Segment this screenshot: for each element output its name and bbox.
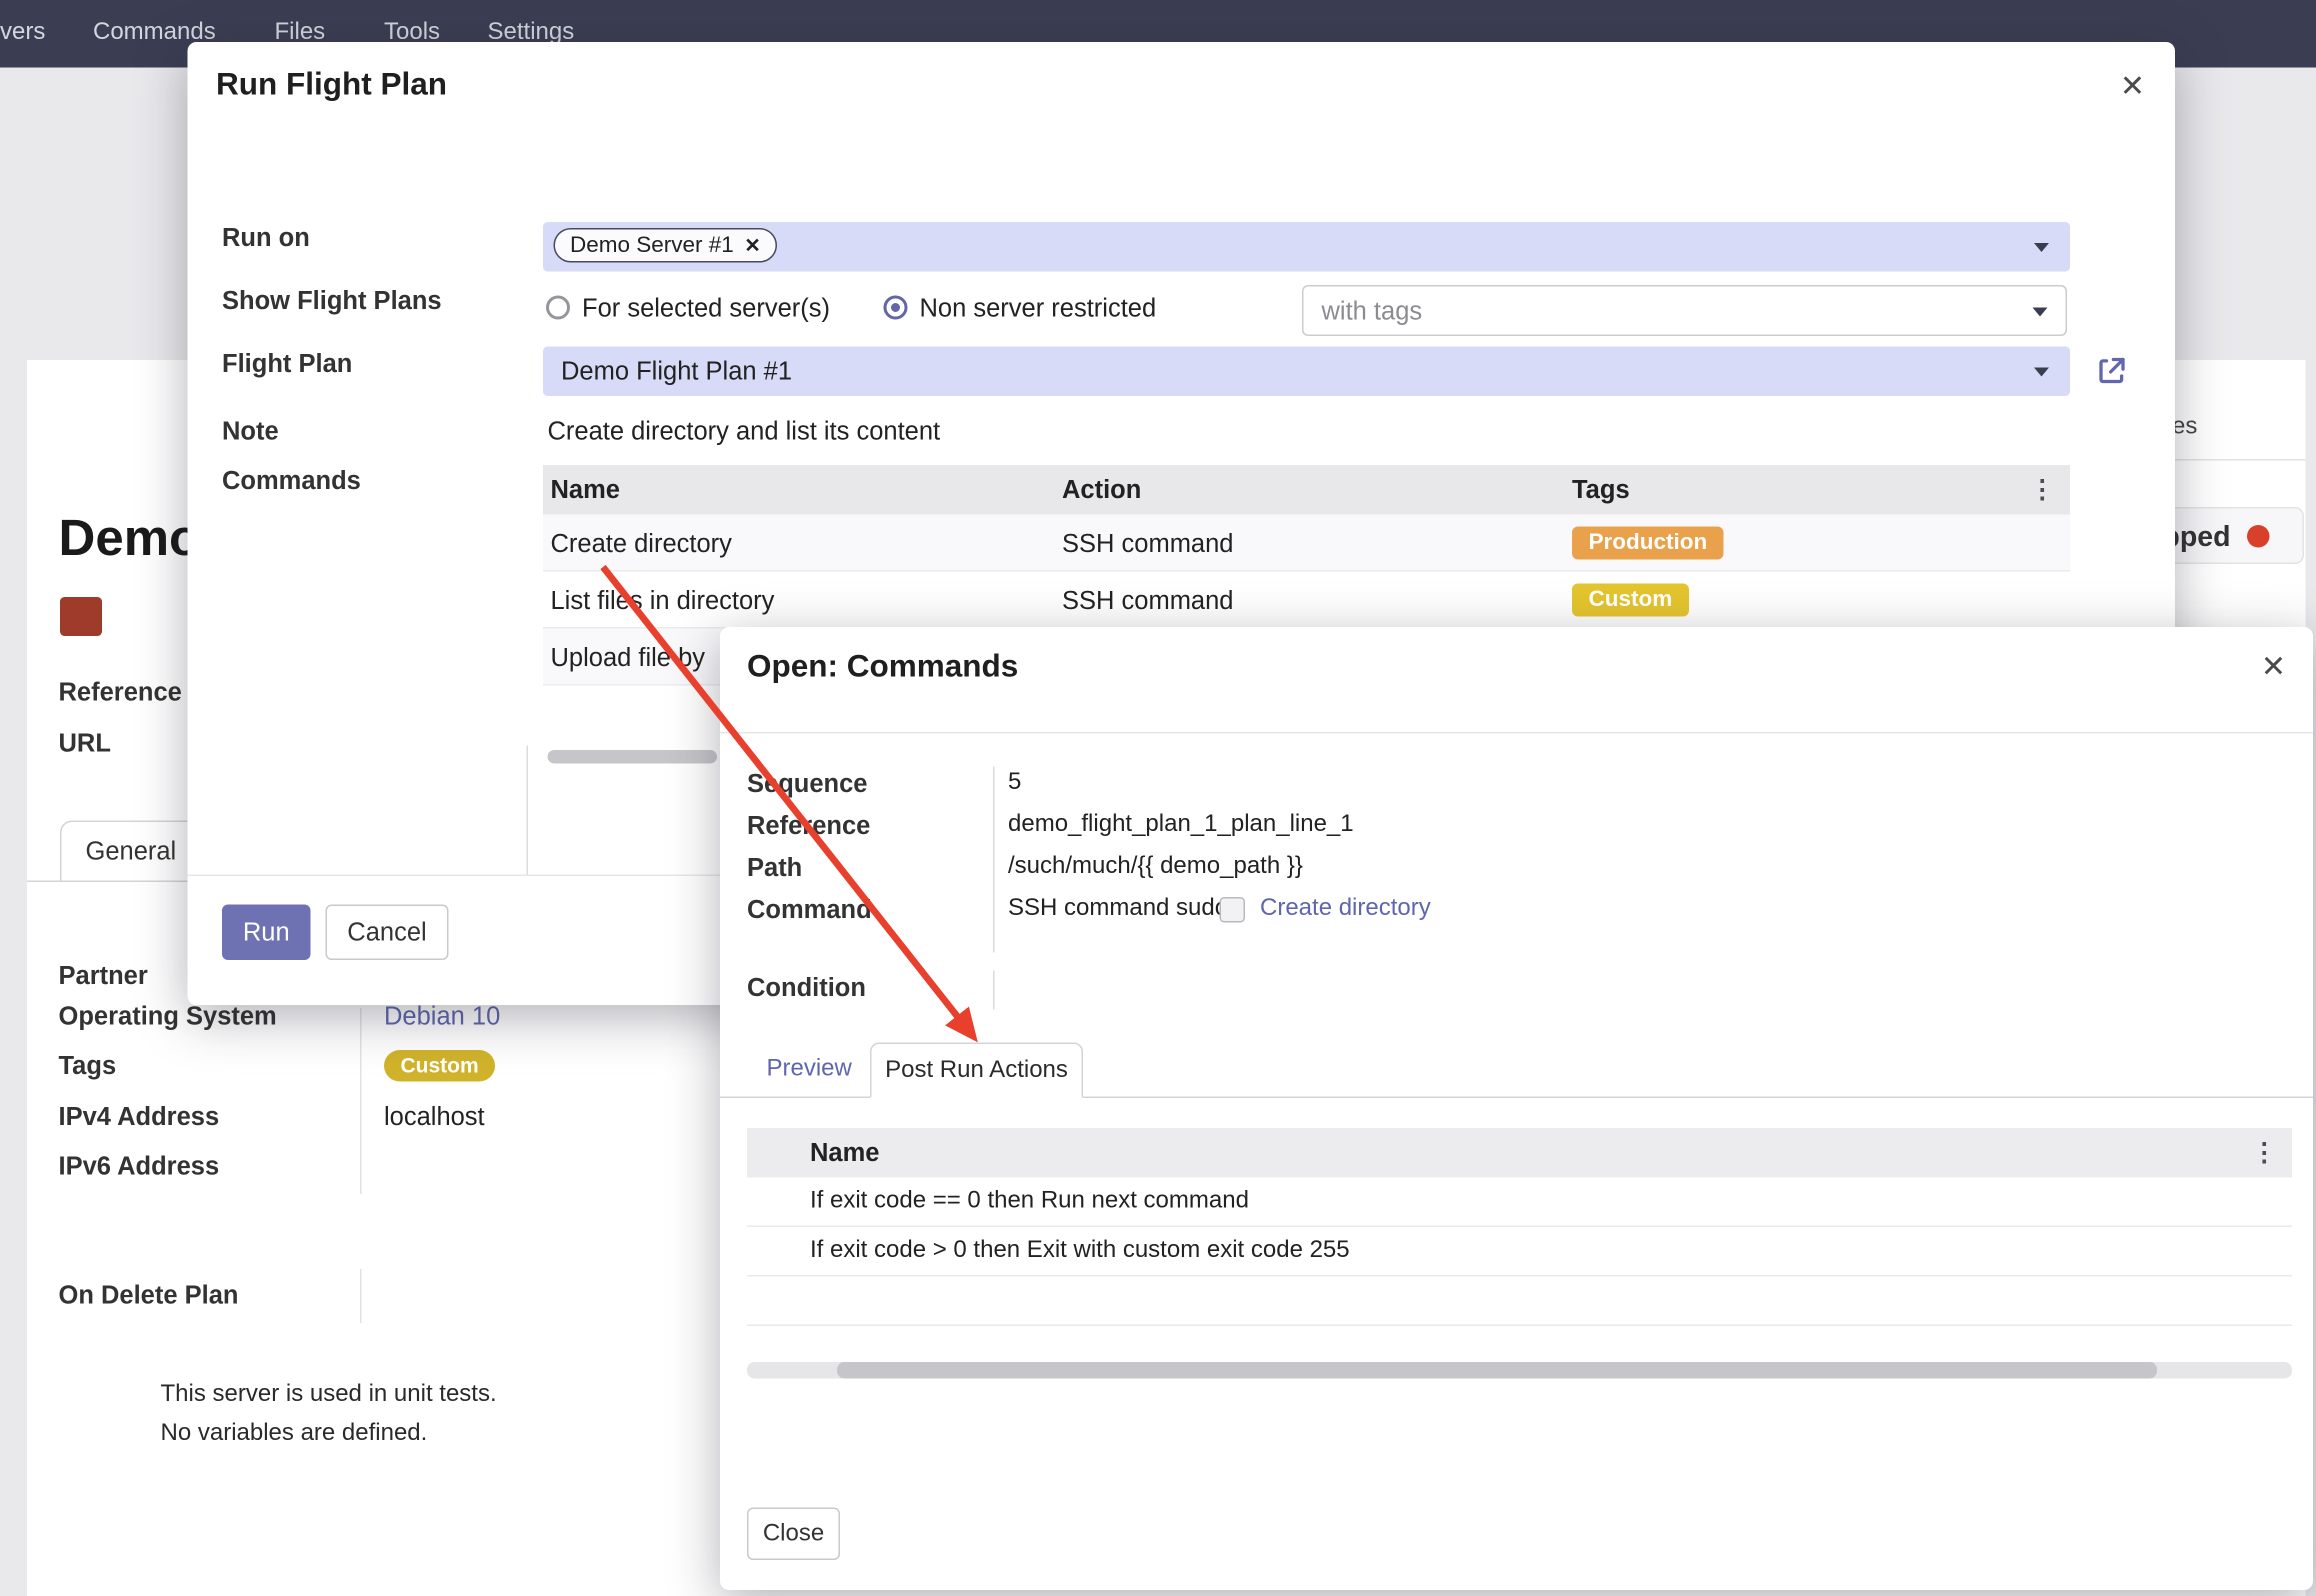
tab-post-run-actions[interactable]: Post Run Actions (870, 1043, 1083, 1099)
open-commands-modal: Open: Commands ✕ Sequence Reference Path… (720, 627, 2313, 1590)
ipv4-value: localhost (384, 1103, 485, 1133)
actions-table-header: Name ⋮ (747, 1128, 2292, 1178)
flight-plan-value: Demo Flight Plan #1 (561, 357, 792, 387)
close-icon[interactable]: ✕ (2120, 72, 2145, 102)
row-tag-badge: Production (1572, 527, 1724, 560)
show-flight-plans-label: Show Flight Plans (222, 287, 442, 317)
with-tags-value: with tags (1322, 297, 1423, 327)
screen: es Stopped Test Conne Demo Reference URL… (0, 0, 2316, 1596)
tab-post-run-actions-label: Post Run Actions (885, 1057, 1068, 1084)
sequence-label: Sequence (747, 770, 867, 800)
unit-test-note-2: No variables are defined. (161, 1421, 428, 1448)
command-label: Command (747, 896, 872, 926)
record-color-swatch[interactable] (60, 597, 102, 636)
path-value: /such/much/{{ demo_path }} (1008, 854, 1303, 881)
note-label: Note (222, 417, 279, 447)
close-button[interactable]: Close (747, 1508, 840, 1561)
row-name: Create directory (551, 530, 732, 560)
table-row-empty (747, 1277, 2292, 1327)
ipv4-label: IPv4 Address (59, 1103, 220, 1133)
run-flight-plan-title: Run Flight Plan (216, 68, 447, 104)
condition-divider (993, 971, 995, 1010)
row-tag-badge: Custom (1572, 584, 1689, 617)
partner-label: Partner (59, 962, 148, 992)
run-on-label: Run on (222, 224, 310, 254)
action-row-name: If exit code > 0 then Exit with custom e… (810, 1238, 1350, 1265)
close-icon[interactable]: ✕ (2261, 653, 2286, 683)
nav-item-servers[interactable]: vers (0, 20, 45, 47)
radio-non-server-restricted[interactable] (884, 296, 908, 320)
horizontal-scrollbar[interactable] (548, 750, 718, 764)
note-value: Create directory and list its content (548, 417, 941, 447)
run-button-label: Run (243, 917, 290, 947)
table-row[interactable]: If exit code == 0 then Run next command (747, 1178, 2292, 1228)
command-checkbox[interactable] (1220, 897, 1246, 923)
modal-header-divider (720, 732, 2313, 734)
col-name[interactable]: Name (810, 1139, 879, 1169)
col-action[interactable]: Action (1062, 476, 1141, 506)
os-value-link[interactable]: Debian 10 (384, 1002, 500, 1032)
table-options-icon[interactable]: ⋮ (2252, 1139, 2278, 1169)
action-row-name: If exit code == 0 then Run next command (810, 1188, 1249, 1215)
condition-label: Condition (747, 974, 866, 1004)
path-label: Path (747, 854, 802, 884)
command-create-directory-link[interactable]: Create directory (1260, 896, 1431, 923)
col-tags[interactable]: Tags (1572, 476, 1630, 506)
partial-tab-label[interactable]: es (2172, 414, 2197, 441)
radio-selected-servers[interactable] (546, 296, 570, 320)
command-value: SSH command sudo (1008, 896, 1228, 923)
tags-value-badge: Custom (384, 1050, 495, 1082)
info-grid-divider (360, 1008, 362, 1194)
horizontal-scrollbar-thumb[interactable] (837, 1362, 2157, 1379)
chevron-down-icon[interactable] (2034, 243, 2049, 252)
server-tag-chip[interactable]: Demo Server #1 ✕ (554, 228, 778, 263)
radio-non-server-restricted-label[interactable]: Non server restricted (920, 294, 1157, 324)
open-commands-title: Open: Commands (747, 650, 1018, 686)
cancel-button-label: Cancel (347, 917, 426, 947)
reference-label: Reference (747, 812, 870, 842)
reference-field-label: Reference (59, 678, 182, 708)
col-name[interactable]: Name (551, 476, 620, 506)
radio-selected-servers-label[interactable]: For selected server(s) (582, 294, 830, 324)
row-name: List files in directory (551, 587, 775, 617)
flight-plan-select[interactable]: Demo Flight Plan #1 (543, 347, 2070, 397)
status-stopped-dot-icon (2247, 525, 2270, 548)
chip-remove-icon[interactable]: ✕ (744, 233, 760, 257)
with-tags-select[interactable]: with tags (1302, 285, 2067, 336)
tab-general-label: General (86, 837, 177, 867)
on-delete-plan-label: On Delete Plan (59, 1281, 239, 1311)
tags-label: Tags (59, 1052, 117, 1082)
sequence-value: 5 (1008, 770, 1021, 797)
reference-value: demo_flight_plan_1_plan_line_1 (1008, 812, 1354, 839)
close-button-label: Close (763, 1520, 824, 1547)
run-on-server-input[interactable]: Demo Server #1 ✕ (543, 222, 2070, 272)
url-field-label: URL (59, 729, 111, 759)
table-row[interactable]: Create directory SSH command Production (543, 515, 2070, 572)
server-tag-label: Demo Server #1 (570, 233, 734, 259)
flight-plan-label: Flight Plan (222, 350, 352, 380)
fields-divider (993, 767, 995, 953)
table-row[interactable]: List files in directory SSH command Cust… (543, 572, 2070, 629)
row-action: SSH command (1062, 587, 1233, 617)
commands-table-header: Name Action Tags ⋮ (543, 465, 2070, 515)
chevron-down-icon[interactable] (2033, 308, 2048, 317)
os-label: Operating System (59, 1002, 277, 1032)
run-button[interactable]: Run (222, 905, 311, 961)
row-name: Upload file by (551, 644, 706, 674)
table-options-icon[interactable]: ⋮ (2030, 476, 2056, 506)
table-row[interactable]: If exit code > 0 then Exit with custom e… (747, 1227, 2292, 1277)
tab-preview[interactable]: Preview (767, 1056, 852, 1083)
unit-test-note-1: This server is used in unit tests. (161, 1382, 497, 1409)
ipv6-label: IPv6 Address (59, 1152, 220, 1182)
info-grid-divider-2 (360, 1269, 362, 1323)
cancel-button[interactable]: Cancel (326, 905, 449, 961)
row-action: SSH command (1062, 530, 1233, 560)
chevron-down-icon[interactable] (2034, 368, 2049, 377)
page-title: Demo (59, 510, 201, 569)
commands-label: Commands (222, 467, 361, 497)
table-left-edge (527, 746, 529, 875)
external-link-icon[interactable] (2096, 354, 2129, 387)
